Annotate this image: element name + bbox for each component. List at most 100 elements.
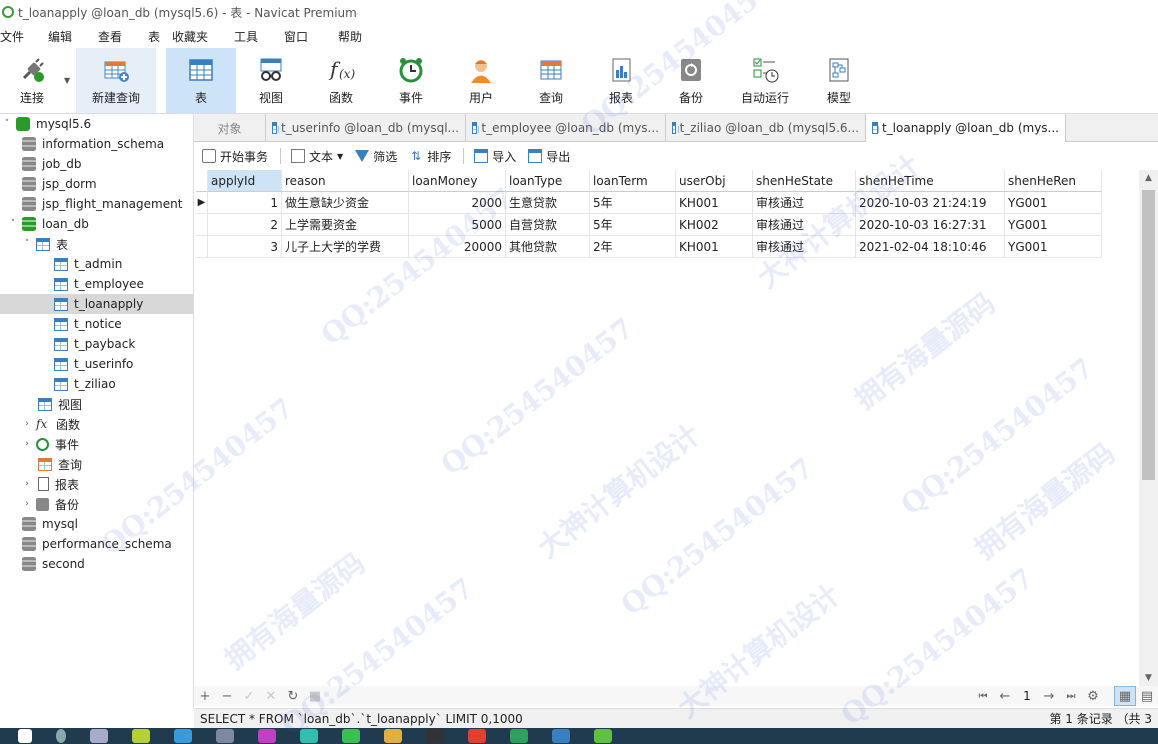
tab-t-loanapply[interactable]: t_loanapply @loan_db (mys...: [866, 114, 1066, 142]
cell-reason[interactable]: 上学需要资金: [282, 214, 409, 236]
taskbar-app-icon[interactable]: [216, 729, 234, 743]
cell-loanmoney[interactable]: 5000: [409, 214, 506, 236]
sort-button[interactable]: ⇅ 排序: [409, 148, 451, 165]
tree-db-jsp-flight-management[interactable]: jsp_flight_management: [22, 194, 182, 214]
cell-shenhestate[interactable]: 审核通过: [753, 214, 856, 236]
table-row[interactable]: ▶ 1 做生意缺少资金 2000 生意贷款 5年 KH001 审核通过 2020…: [196, 192, 1102, 214]
taskbar-app-icon[interactable]: [510, 729, 528, 743]
menu-favorites[interactable]: 收藏夹: [172, 28, 234, 45]
cell-applyid[interactable]: 1: [208, 192, 282, 214]
taskbar-app-icon[interactable]: [174, 729, 192, 743]
column-header-shenhetime[interactable]: shenHeTime: [856, 170, 1005, 192]
filter-button[interactable]: 筛选: [355, 148, 397, 165]
cell-shenhetime[interactable]: 2020-10-03 16:27:31: [856, 214, 1005, 236]
cell-loanterm[interactable]: 2年: [590, 236, 676, 258]
toolbar-report-button[interactable]: 报表: [586, 48, 656, 113]
vertical-scrollbar[interactable]: ▲ ▼: [1139, 170, 1158, 686]
tree-db-information-schema[interactable]: information_schema: [22, 134, 164, 154]
cell-shenheren[interactable]: YG001: [1005, 214, 1102, 236]
cell-loantype[interactable]: 生意贷款: [506, 192, 590, 214]
toolbar-automation-button[interactable]: 自动运行: [726, 48, 804, 113]
menu-window[interactable]: 窗口: [284, 28, 338, 45]
taskbar-app-icon[interactable]: [426, 729, 444, 743]
first-page-icon[interactable]: ⏮: [972, 686, 994, 706]
tree-connection[interactable]: ˅ mysql5.6: [2, 114, 91, 134]
cell-loantype[interactable]: 自营贷款: [506, 214, 590, 236]
tree-db-mysql[interactable]: mysql: [22, 514, 78, 534]
menu-tools[interactable]: 工具: [234, 28, 284, 45]
cell-userobj[interactable]: KH001: [676, 192, 753, 214]
chevron-down-icon[interactable]: ˅: [2, 119, 12, 129]
tree-tables-folder[interactable]: ˅ 表: [22, 234, 68, 254]
taskbar-app-icon[interactable]: [468, 729, 486, 743]
chevron-right-icon[interactable]: ›: [22, 439, 32, 449]
menu-view[interactable]: 查看: [98, 28, 148, 45]
next-page-icon[interactable]: →: [1038, 686, 1060, 706]
chevron-down-icon[interactable]: ˅: [22, 239, 32, 249]
chevron-right-icon[interactable]: ›: [22, 499, 32, 509]
page-number[interactable]: 1: [1016, 686, 1038, 706]
text-view-button[interactable]: 文本 ▼: [291, 148, 343, 165]
menu-table[interactable]: 表: [148, 28, 172, 45]
form-view-icon[interactable]: ▤: [1136, 686, 1158, 706]
begin-transaction-button[interactable]: 开始事务: [202, 148, 268, 165]
tree-table-t-payback[interactable]: t_payback: [54, 334, 135, 354]
menu-help[interactable]: 帮助: [338, 28, 388, 45]
cell-shenhestate[interactable]: 审核通过: [753, 192, 856, 214]
cell-loanmoney[interactable]: 2000: [409, 192, 506, 214]
tree-backups-folder[interactable]: › 备份: [22, 494, 79, 514]
chevron-right-icon[interactable]: ›: [22, 479, 32, 489]
tree-db-performance-schema[interactable]: performance_schema: [22, 534, 172, 554]
tab-t-employee[interactable]: t_employee @loan_db (mys...: [466, 114, 666, 142]
column-header-loantype[interactable]: loanType: [506, 170, 590, 192]
tree-table-t-admin[interactable]: t_admin: [54, 254, 122, 274]
tree-db-loan-db[interactable]: ˅ loan_db: [8, 214, 89, 234]
toolbar-backup-button[interactable]: 备份: [656, 48, 726, 113]
last-page-icon[interactable]: ⏭: [1060, 686, 1082, 706]
cell-shenheren[interactable]: YG001: [1005, 236, 1102, 258]
search-icon[interactable]: [56, 729, 66, 743]
menu-edit[interactable]: 编辑: [48, 28, 98, 45]
table-row[interactable]: 3 儿子上大学的学费 20000 其他贷款 2年 KH001 审核通过 2021…: [196, 236, 1102, 258]
gear-icon[interactable]: ⚙: [1082, 686, 1104, 706]
start-icon[interactable]: [18, 729, 32, 743]
tree-reports-folder[interactable]: › 报表: [22, 474, 79, 494]
toolbar-event-button[interactable]: 事件: [376, 48, 446, 113]
cell-shenheren[interactable]: YG001: [1005, 192, 1102, 214]
cell-applyid[interactable]: 2: [208, 214, 282, 236]
taskbar-app-icon[interactable]: [594, 729, 612, 743]
tree-db-job-db[interactable]: job_db: [22, 154, 82, 174]
cell-userobj[interactable]: KH002: [676, 214, 753, 236]
scroll-down-arrow-icon[interactable]: ▼: [1139, 670, 1158, 686]
toolbar-model-button[interactable]: 模型: [804, 48, 874, 113]
toolbar-user-button[interactable]: 用户: [446, 48, 516, 113]
cell-loanmoney[interactable]: 20000: [409, 236, 506, 258]
column-header-loanterm[interactable]: loanTerm: [590, 170, 676, 192]
cell-shenhetime[interactable]: 2020-10-03 21:24:19: [856, 192, 1005, 214]
cell-reason[interactable]: 做生意缺少资金: [282, 192, 409, 214]
tree-table-t-ziliao[interactable]: t_ziliao: [54, 374, 116, 394]
chevron-right-icon[interactable]: ›: [22, 419, 32, 429]
tree-table-t-userinfo[interactable]: t_userinfo: [54, 354, 133, 374]
tab-t-userinfo[interactable]: t_userinfo @loan_db (mysql...: [266, 114, 466, 142]
tree-functions-folder[interactable]: › fx 函数: [22, 414, 80, 434]
taskbar-app-icon[interactable]: [384, 729, 402, 743]
column-header-shenheren[interactable]: shenHeRen: [1005, 170, 1102, 192]
connect-button[interactable]: 连接: [0, 48, 64, 113]
menu-file[interactable]: 文件: [0, 28, 48, 45]
cell-shenhetime[interactable]: 2021-02-04 18:10:46: [856, 236, 1005, 258]
toolbar-query-button[interactable]: 查询: [516, 48, 586, 113]
tree-views-folder[interactable]: 视图: [38, 394, 82, 414]
taskbar-app-icon[interactable]: [300, 729, 318, 743]
taskbar-app-icon[interactable]: [342, 729, 360, 743]
cell-shenhestate[interactable]: 审核通过: [753, 236, 856, 258]
column-header-reason[interactable]: reason: [282, 170, 409, 192]
tree-queries-folder[interactable]: 查询: [38, 454, 82, 474]
refresh-icon[interactable]: ↻: [282, 686, 304, 706]
grid-view-icon[interactable]: ▦: [1114, 686, 1136, 706]
chevron-down-icon[interactable]: ˅: [8, 219, 18, 229]
taskbar-app-icon[interactable]: [258, 729, 276, 743]
cell-applyid[interactable]: 3: [208, 236, 282, 258]
scrollbar-thumb[interactable]: [1142, 190, 1155, 480]
cell-loantype[interactable]: 其他贷款: [506, 236, 590, 258]
